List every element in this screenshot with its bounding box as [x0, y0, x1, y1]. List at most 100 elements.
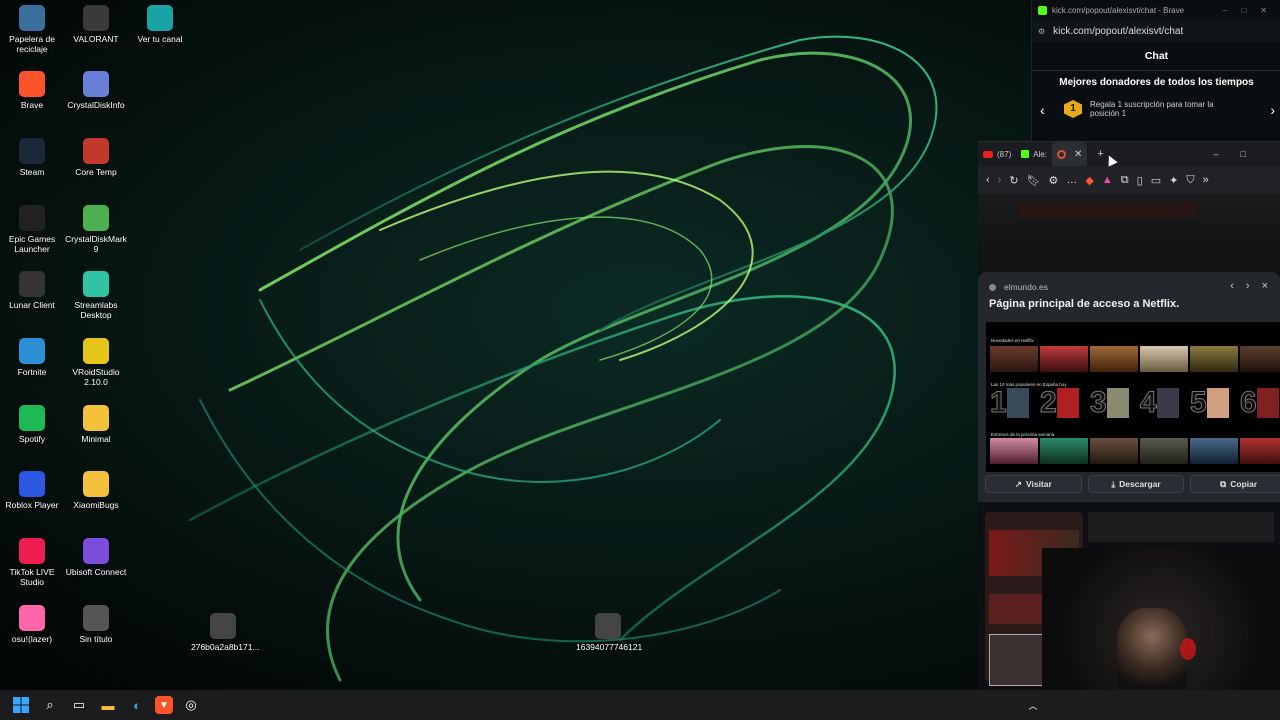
vroid-icon [83, 338, 109, 364]
desktop-icon[interactable]: osu!(lazer) [0, 605, 64, 644]
brave-rewards-icon[interactable]: ▲ [1102, 174, 1113, 186]
extensions-icon[interactable]: ⧉ [1121, 174, 1129, 187]
desktop-icon[interactable]: Epic Games Launcher [0, 205, 64, 254]
obs-icon[interactable]: ◎ [180, 694, 202, 716]
preview-nav[interactable]: ‹›× [1230, 280, 1280, 292]
desktop-icon[interactable]: Lunar Client [0, 271, 64, 310]
kick-chat-window[interactable]: kick.com/popout/alexisvt/chat - Brave –□… [1031, 0, 1280, 142]
desktop-icon[interactable]: Brave [0, 71, 64, 110]
recycle-bin-icon [19, 5, 45, 31]
desktop-icon[interactable]: Core Temp [64, 138, 128, 177]
close-tab-icon[interactable]: ✕ [1074, 149, 1082, 160]
top-donor-row: ‹ 1 Regala 1 suscripción para tomar la p… [1032, 94, 1280, 128]
folder-icon [83, 471, 109, 497]
desktop-icon[interactable]: VALORANT [64, 5, 128, 44]
desktop-icon[interactable]: 276b0a2a8b171... [191, 613, 260, 652]
desktop-icon[interactable]: CrystalDiskMark 9 [64, 205, 128, 254]
desktop-icon[interactable]: Sin título [64, 605, 128, 644]
taskbar: ⌕ ▭ ▬ ◐ ▼ ◎ ︿ [0, 690, 1280, 720]
window-controls[interactable]: –□ [1214, 149, 1268, 159]
copy-button[interactable]: ⧉ Copiar [1190, 475, 1280, 493]
desktop-icon[interactable]: TikTok LIVE Studio [0, 538, 64, 587]
desktop-icon[interactable]: Fortnite [0, 338, 64, 377]
thumbnail [1240, 438, 1280, 464]
desktop-icon-label: Core Temp [75, 167, 117, 177]
desktop-icon[interactable]: Minimal [64, 405, 128, 444]
tab-bar: (87) Ale: ✕ + –□ [978, 142, 1280, 166]
task-view-icon[interactable]: ▭ [68, 694, 90, 716]
chat-address-bar[interactable]: ⚙ kick.com/popout/alexisvt/chat [1032, 20, 1280, 42]
desktop-icon[interactable]: Roblox Player [0, 471, 64, 510]
tab-label: (87) [997, 149, 1012, 159]
wallet-icon[interactable]: ▭ [1151, 174, 1161, 187]
bookmark-icon[interactable]: 🔖︎ [1027, 174, 1041, 187]
close-icon[interactable]: × [1262, 280, 1280, 292]
new-tab-icon[interactable]: + [1097, 148, 1103, 160]
tab-youtube[interactable]: (87) [978, 142, 1016, 166]
edge-icon[interactable]: ◐ [126, 694, 148, 716]
visit-button[interactable]: ↗ Visitar [985, 475, 1082, 493]
desktop-icon-label: 16394077746121 [576, 642, 643, 652]
netflix-row-upcoming [990, 438, 1280, 464]
start-button[interactable] [10, 694, 32, 716]
tab-active[interactable]: ✕ [1052, 142, 1088, 166]
video-file-icon [210, 613, 236, 639]
tab-kick[interactable]: Ale: [1016, 142, 1052, 166]
poster [1156, 388, 1179, 418]
image-file-icon [83, 605, 109, 631]
file-explorer-icon[interactable]: ▬ [97, 694, 119, 716]
desktop-icon-label: osu!(lazer) [11, 634, 53, 644]
site-settings-icon[interactable]: ⚙ [1038, 27, 1045, 36]
rank-number: 5 [1190, 386, 1208, 419]
desktop-icon[interactable]: VRoidStudio 2.10.0 [64, 338, 128, 387]
desktop-icon[interactable]: Papelera de reciclaje [0, 5, 64, 54]
desktop-icon[interactable]: 16394077746121 [576, 613, 643, 652]
brave-shields-icon[interactable]: ◆ [1085, 174, 1093, 187]
back-icon[interactable]: ‹ [986, 174, 990, 186]
leo-icon[interactable]: ✦ [1169, 174, 1178, 187]
chat-url[interactable]: kick.com/popout/alexisvt/chat [1053, 26, 1183, 37]
vpn-icon[interactable]: ⛉ [1186, 174, 1194, 187]
fortnite-icon [19, 338, 45, 364]
chat-header: Chat [1144, 50, 1169, 62]
thumbnail [1040, 346, 1088, 372]
desktop-icon[interactable]: Streamlabs Desktop [64, 271, 128, 320]
poster [1256, 388, 1279, 418]
sidebar-icon[interactable]: ▯ [1137, 174, 1143, 187]
top10-item: 3 [1090, 386, 1138, 419]
desktop-icon-label: Minimal [81, 434, 111, 444]
desktop-icon-label: Lunar Client [9, 300, 55, 310]
show-hidden-icons[interactable]: ︿ [1022, 694, 1044, 716]
desktop-icon[interactable]: CrystalDiskInfo [64, 71, 128, 110]
preview-title: Página principal de acceso a Netflix. [989, 298, 1180, 310]
copy-icon: ⧉ [1220, 478, 1227, 489]
desktop-icon-label: CrystalDiskInfo [67, 100, 125, 110]
desktop-icon[interactable]: XiaomiBugs [64, 471, 128, 510]
top-donors-title: Mejores donadores de todos los tiempos [1059, 77, 1254, 88]
chevron-left-icon[interactable]: ‹ [1040, 102, 1045, 118]
download-button[interactable]: ⤓ Descargar [1087, 475, 1185, 493]
tiktok-icon [19, 538, 45, 564]
chat-titlebar[interactable]: kick.com/popout/alexisvt/chat - Brave –□… [1032, 0, 1280, 20]
desktop-icon[interactable]: Spotify [0, 405, 64, 444]
link-preview-card[interactable]: elmundo.es Página principal de acceso a … [978, 272, 1280, 502]
reload-icon[interactable]: ↻ [1009, 174, 1018, 187]
edge-icon [147, 5, 173, 31]
search-icon[interactable]: ⌕ [39, 694, 61, 716]
rank-number: 3 [1090, 386, 1108, 419]
chevron-left-icon[interactable]: ‹ [1230, 280, 1246, 292]
desktop-icon[interactable]: Steam [0, 138, 64, 177]
top10-item: 1 [990, 387, 1038, 418]
more-icon[interactable]: … [1066, 174, 1077, 186]
desktop-icon-label: Ubisoft Connect [65, 567, 127, 577]
desktop-icon[interactable]: Ver tu canal [128, 5, 192, 44]
window-controls[interactable]: –□✕ [1223, 6, 1280, 15]
desktop-icon[interactable]: Ubisoft Connect [64, 538, 128, 577]
chevron-right-icon[interactable]: › [1270, 102, 1275, 118]
overflow-icon[interactable]: » [1203, 174, 1209, 186]
desktop-icon-label: Epic Games Launcher [8, 234, 56, 254]
site-settings-icon[interactable]: ⚙ [1049, 174, 1059, 187]
brave-icon[interactable]: ▼ [155, 696, 173, 714]
forward-icon[interactable]: › [998, 174, 1002, 186]
chevron-right-icon[interactable]: › [1246, 280, 1262, 292]
